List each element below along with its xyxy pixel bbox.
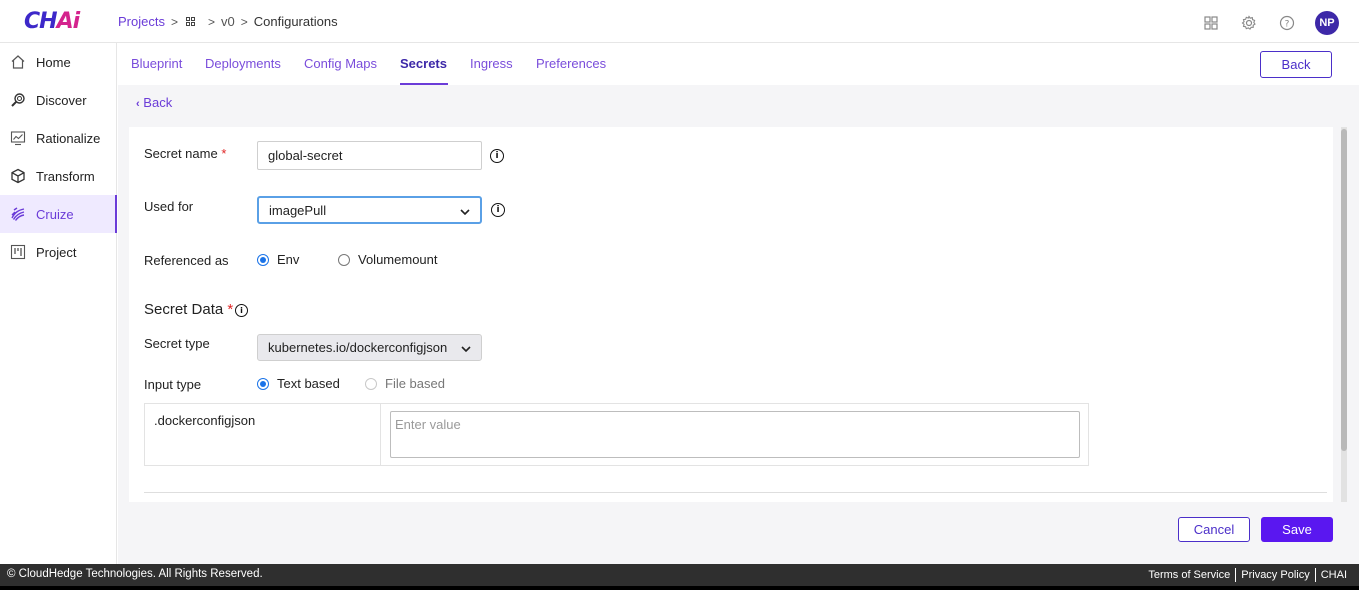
save-button[interactable]: Save xyxy=(1261,517,1333,542)
home-icon xyxy=(10,54,26,70)
info-icon[interactable]: i xyxy=(491,203,505,217)
breadcrumb-separator: > xyxy=(170,14,178,29)
secret-data-title: Secret Data * xyxy=(144,301,234,318)
radio-volumemount[interactable] xyxy=(338,253,350,266)
radio-option-text-based[interactable]: Text based xyxy=(257,376,340,391)
project-icon xyxy=(10,244,26,260)
used-for-select[interactable]: imagePull xyxy=(257,196,482,224)
user-avatar[interactable]: NP xyxy=(1315,11,1339,35)
chevron-down-icon xyxy=(460,203,470,218)
sidebar-item-cruize[interactable]: Cruize xyxy=(0,195,117,233)
sidebar-item-discover[interactable]: Discover xyxy=(0,81,116,119)
radio-text-based[interactable] xyxy=(257,377,269,390)
svg-text:?: ? xyxy=(1285,20,1290,30)
footer-copyright: © CloudHedge Technologies. All Rights Re… xyxy=(7,568,263,580)
cruize-icon xyxy=(10,206,26,222)
transform-icon xyxy=(10,168,26,184)
tab-blueprint[interactable]: Blueprint xyxy=(131,56,182,71)
footer: © CloudHedge Technologies. All Rights Re… xyxy=(0,564,1359,586)
secret-type-label: Secret type xyxy=(144,336,210,351)
radio-label-file-based: File based xyxy=(385,376,445,391)
sidebar-item-project[interactable]: Project xyxy=(0,233,116,271)
chevron-left-icon: ‹ xyxy=(136,98,140,110)
privacy-policy-link[interactable]: Privacy Policy xyxy=(1241,569,1309,581)
sidebar-item-label: Discover xyxy=(36,92,87,108)
main-content: ‹ Back Secret name * global-secret i Use… xyxy=(118,85,1359,564)
footer-links: Terms of Service Privacy Policy CHAI xyxy=(1148,568,1347,582)
radio-option-volumemount[interactable]: Volumemount xyxy=(338,252,438,267)
breadcrumb: Projects > > v0 > Configurations xyxy=(118,14,338,29)
radio-option-env[interactable]: Env xyxy=(257,252,299,267)
breadcrumb-current: Configurations xyxy=(253,14,338,29)
header-actions: ? NP xyxy=(1183,11,1339,35)
sidebar-item-transform[interactable]: Transform xyxy=(0,157,116,195)
sidebar-item-rationalize[interactable]: Rationalize xyxy=(0,119,116,157)
rationalize-icon xyxy=(10,130,26,146)
radio-label-text-based: Text based xyxy=(277,376,340,391)
sidebar-item-label: Project xyxy=(36,244,77,260)
chai-logo[interactable]: CHAi xyxy=(24,9,80,34)
sidebar-item-label: Rationalize xyxy=(36,130,101,146)
breadcrumb-projects-link[interactable]: Projects xyxy=(118,14,165,29)
sidebar-item-label: Transform xyxy=(36,168,95,184)
back-link[interactable]: ‹ Back xyxy=(136,95,172,110)
required-mark: * xyxy=(227,301,234,318)
secret-type-selected-value: kubernetes.io/dockerconfigjson xyxy=(268,340,448,355)
required-mark: * xyxy=(221,146,227,161)
radio-label-env: Env xyxy=(277,252,300,267)
info-icon[interactable]: i xyxy=(235,304,248,317)
secret-data-key: .dockerconfigjson xyxy=(145,404,381,465)
secret-name-label: Secret name * xyxy=(144,146,227,161)
used-for-selected-value: imagePull xyxy=(269,202,327,218)
help-icon[interactable]: ? xyxy=(1277,13,1297,33)
sidebar-item-home[interactable]: Home xyxy=(0,43,116,81)
scrollbar-thumb[interactable] xyxy=(1341,129,1347,451)
footer-brand: CHAI xyxy=(1320,569,1347,581)
tab-secrets[interactable]: Secrets xyxy=(400,56,447,71)
tab-ingress[interactable]: Ingress xyxy=(470,56,513,71)
secret-form-card: Secret name * global-secret i Used for i… xyxy=(129,127,1333,502)
input-type-label: Input type xyxy=(144,377,202,392)
footer-divider xyxy=(1235,568,1237,582)
bottom-strip xyxy=(0,586,1359,590)
apps-grid-icon[interactable] xyxy=(1201,13,1221,33)
config-tabs: Blueprint Deployments Config Maps Secret… xyxy=(118,43,1359,85)
scrollbar[interactable] xyxy=(1341,127,1347,502)
secret-data-entry: .dockerconfigjson Enter value xyxy=(144,403,1089,466)
top-bar: CHAi Projects > > v0 > Configurations ? … xyxy=(0,0,1359,43)
chevron-down-icon xyxy=(461,340,471,355)
secret-name-input[interactable]: global-secret xyxy=(257,141,482,170)
radio-file-based[interactable] xyxy=(365,377,377,390)
breadcrumb-separator: > xyxy=(207,14,215,29)
breadcrumb-version[interactable]: v0 xyxy=(221,14,235,29)
radio-label-volumemount: Volumemount xyxy=(358,252,438,267)
back-button[interactable]: Back xyxy=(1260,51,1332,78)
form-divider xyxy=(144,492,1327,493)
radio-option-file-based[interactable]: File based xyxy=(365,376,445,391)
terms-of-service-link[interactable]: Terms of Service xyxy=(1148,569,1230,581)
cancel-button[interactable]: Cancel xyxy=(1178,517,1250,542)
tab-preferences[interactable]: Preferences xyxy=(536,56,606,71)
secret-value-textarea[interactable]: Enter value xyxy=(390,411,1080,458)
radio-env[interactable] xyxy=(257,253,269,266)
settings-gear-icon[interactable] xyxy=(1239,13,1259,33)
footer-divider xyxy=(1314,568,1316,582)
sidebar-item-label: Home xyxy=(36,54,71,70)
project-grid-icon[interactable] xyxy=(185,16,196,27)
used-for-label: Used for xyxy=(144,199,194,214)
breadcrumb-separator: > xyxy=(240,14,248,29)
tab-config-maps[interactable]: Config Maps xyxy=(304,56,377,71)
sidebar: Home Discover Rationalize Transform Crui… xyxy=(0,43,117,564)
discover-icon xyxy=(10,92,26,108)
sidebar-item-label: Cruize xyxy=(36,206,74,222)
tab-deployments[interactable]: Deployments xyxy=(205,56,281,71)
secret-type-select[interactable]: kubernetes.io/dockerconfigjson xyxy=(257,334,482,361)
referenced-as-label: Referenced as xyxy=(144,253,229,268)
back-link-label: Back xyxy=(143,95,173,110)
info-icon[interactable]: i xyxy=(490,149,504,163)
